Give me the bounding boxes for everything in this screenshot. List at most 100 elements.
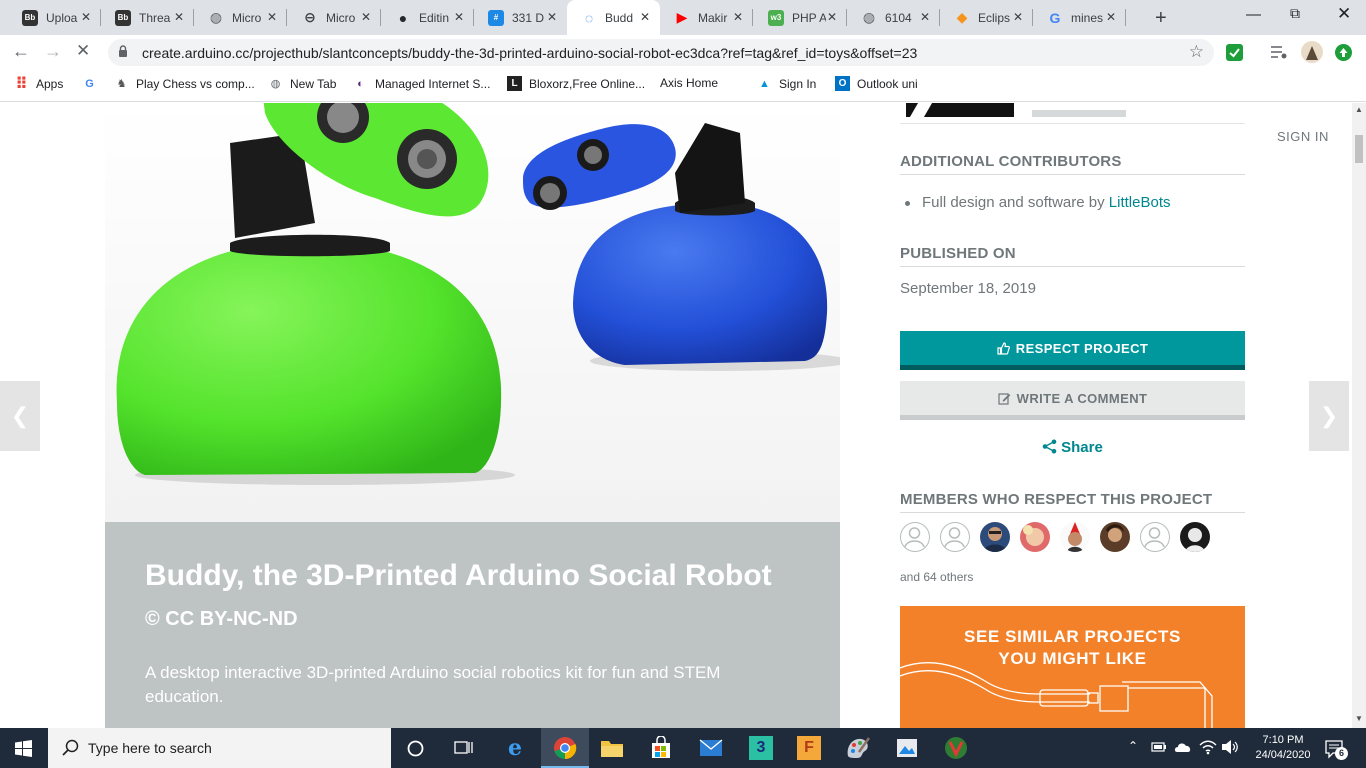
new-tab-button[interactable]: + [1155, 7, 1167, 30]
scroll-up-arrow-icon[interactable]: ▲ [1355, 105, 1363, 114]
tab-1[interactable]: Bb Threa ✕ [101, 0, 194, 35]
bookmark-item[interactable]: ♞ Play Chess vs comp... [114, 76, 255, 91]
tab-11[interactable]: Gmines ✕ [1033, 0, 1126, 35]
wifi-icon[interactable] [1199, 739, 1217, 755]
avatar[interactable] [1100, 522, 1130, 552]
close-tab-icon[interactable]: ✕ [733, 10, 743, 24]
tab-0[interactable]: Bb Uploa ✕ [8, 0, 101, 35]
taskbar-search-box[interactable]: Type here to search [48, 728, 391, 768]
next-project-arrow[interactable]: ❯ [1309, 381, 1349, 451]
bookmark-item[interactable]: O Outlook uni [835, 76, 918, 91]
write-comment-button[interactable]: WRITE A COMMENT [900, 381, 1245, 420]
avatar[interactable] [900, 522, 930, 552]
bookmark-label: Outlook uni [857, 76, 918, 91]
bookmark-item[interactable]: ⠿ Apps [14, 76, 63, 93]
vivaldi-like-app-icon[interactable] [944, 736, 968, 760]
close-tab-icon[interactable]: ✕ [1013, 10, 1023, 24]
tab-4[interactable]: ● Editin ✕ [381, 0, 474, 35]
previous-project-arrow[interactable]: ❮ [0, 381, 40, 451]
close-tab-icon[interactable]: ✕ [920, 10, 930, 24]
profile-avatar-icon[interactable] [1301, 41, 1323, 63]
avatar[interactable] [980, 522, 1010, 552]
lab-app-3-icon[interactable]: 3 [749, 736, 773, 760]
tab-2[interactable]: ◍ Micro ✕ [194, 0, 287, 35]
mail-icon[interactable] [699, 739, 723, 757]
task-view-icon[interactable] [454, 739, 473, 756]
link-icon: ⊖ [304, 9, 316, 25]
close-tab-icon[interactable]: ✕ [640, 10, 650, 24]
scrollbar-thumb[interactable] [1355, 135, 1363, 163]
thumbs-up-icon [997, 341, 1010, 355]
published-on-heading: PUBLISHED ON [900, 245, 1245, 267]
windows-start-icon[interactable] [15, 740, 32, 757]
bookmark-item[interactable]: ◐ Managed Internet S... [353, 76, 490, 91]
search-icon [62, 739, 79, 756]
bookmark-item[interactable]: L Bloxorz,Free Online... [507, 76, 645, 91]
taskbar-clock[interactable]: 7:10 PM 24/04/2020 [1248, 733, 1318, 763]
license-badge[interactable]: © CC BY-NC-ND [145, 608, 298, 630]
tab-5[interactable]: #331 D ✕ [474, 0, 567, 35]
avatar[interactable] [1060, 522, 1090, 552]
close-window-button[interactable]: ✕ [1337, 4, 1351, 24]
bookmark-item[interactable]: ◍ New Tab [268, 76, 337, 91]
tab-9[interactable]: ◍ 6104 ✕ [847, 0, 940, 35]
contributor-link[interactable]: LittleBots [1109, 194, 1171, 211]
sign-in-link[interactable]: SIGN IN [1277, 129, 1329, 144]
loading-spinner-icon: ◌ [584, 9, 594, 26]
close-tab-icon[interactable]: ✕ [1106, 10, 1116, 24]
battery-icon[interactable] [1151, 740, 1167, 754]
close-tab-icon[interactable]: ✕ [361, 10, 371, 24]
tab-6[interactable]: ◌ Budd ✕ [567, 0, 660, 35]
extension-check-icon[interactable] [1226, 44, 1243, 61]
close-tab-icon[interactable]: ✕ [81, 10, 91, 24]
scroll-down-arrow-icon[interactable]: ▼ [1355, 714, 1363, 723]
minimize-window-button[interactable]: — [1246, 6, 1261, 23]
close-tab-icon[interactable]: ✕ [454, 10, 464, 24]
address-bar[interactable]: create.arduino.cc/projecthub/slantconcep… [108, 39, 1214, 66]
tab-8[interactable]: w3 PHP A ✕ [754, 0, 847, 35]
url-text[interactable]: create.arduino.cc/projecthub/slantconcep… [142, 45, 917, 61]
page-scrollbar[interactable]: ▲ ▼ [1352, 103, 1366, 728]
bloxorz-icon: L [507, 76, 522, 91]
edge-browser-icon[interactable]: e [503, 735, 527, 761]
paint-icon[interactable] [845, 736, 871, 760]
similar-projects-banner[interactable]: SEE SIMILAR PROJECTS YOU MIGHT LIKE [900, 606, 1245, 728]
avatar[interactable] [1140, 522, 1170, 552]
onedrive-icon[interactable] [1174, 739, 1192, 755]
volume-icon[interactable] [1221, 739, 1239, 755]
project-title: Buddy, the 3D-Printed Arduino Social Rob… [145, 556, 785, 639]
back-arrow-icon[interactable]: ← [12, 41, 30, 62]
share-link[interactable]: Share [900, 439, 1245, 456]
respect-project-button[interactable]: RESPECT PROJECT [900, 331, 1245, 370]
tab-7[interactable]: ▶ Makir ✕ [660, 0, 753, 35]
close-tab-icon[interactable]: ✕ [174, 10, 184, 24]
chrome-taskbar-item-active[interactable] [541, 728, 589, 768]
update-available-icon[interactable] [1335, 44, 1352, 61]
bookmark-item[interactable]: ▲ Sign In [757, 76, 816, 91]
cortana-icon[interactable] [407, 740, 424, 757]
close-tab-icon[interactable]: ✕ [547, 10, 557, 24]
media-queue-icon[interactable] [1270, 45, 1288, 60]
close-tab-icon[interactable]: ✕ [267, 10, 277, 24]
stop-loading-icon[interactable]: ✕ [76, 41, 90, 61]
tab-3[interactable]: ⊖ Micro ✕ [288, 0, 381, 35]
follow-button[interactable] [1032, 110, 1126, 117]
bookmark-item[interactable]: Axis Home [660, 76, 718, 90]
lab-app-f-icon[interactable]: F [797, 736, 821, 760]
bookmark-star-icon[interactable]: ☆ [1189, 42, 1204, 62]
avatar[interactable] [1020, 522, 1050, 552]
file-explorer-icon[interactable] [600, 737, 624, 759]
bookmark-item[interactable]: G [82, 76, 104, 91]
tab-label: Micro [232, 10, 262, 25]
close-tab-icon[interactable]: ✕ [827, 10, 837, 24]
avatar[interactable] [1180, 522, 1210, 552]
forward-arrow-icon[interactable]: → [44, 41, 62, 62]
chevron-up-icon[interactable]: ⌃ [1128, 739, 1138, 753]
avatar[interactable] [940, 522, 970, 552]
store-icon[interactable] [650, 736, 672, 760]
clock-time: 7:10 PM [1262, 734, 1304, 746]
tab-10[interactable]: ◆ Eclips ✕ [940, 0, 1033, 35]
other-members-count[interactable]: and 64 others [900, 570, 973, 584]
image-viewer-icon[interactable] [895, 736, 919, 760]
restore-window-button[interactable]: ⧉ [1290, 5, 1300, 22]
